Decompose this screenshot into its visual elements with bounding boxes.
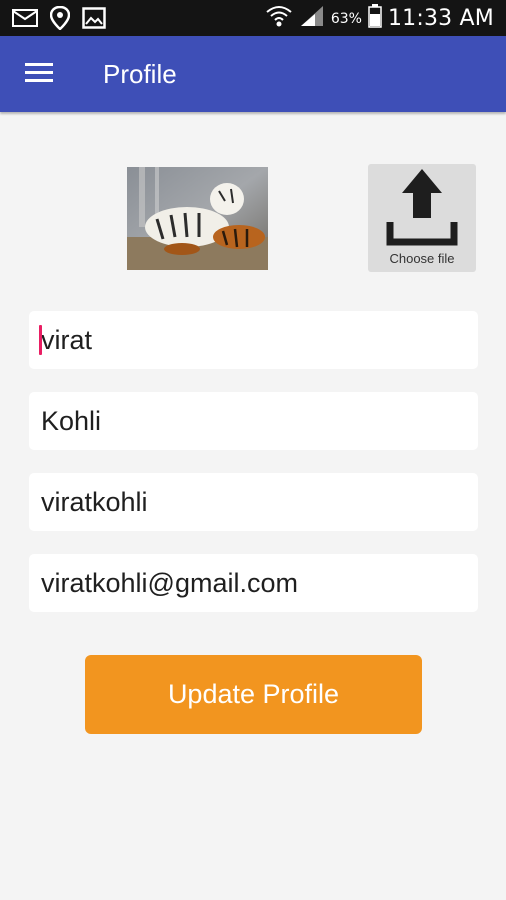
mail-icon [12,8,38,32]
username-field[interactable]: viratkohli [29,473,478,531]
status-time: 11:33 AM [387,6,494,31]
location-icon [49,5,71,34]
first-name-field[interactable]: virat [29,311,478,369]
hamburger-menu-icon [25,61,53,87]
page-title: Profile [103,59,177,89]
update-profile-button[interactable]: Update Profile [85,655,422,734]
choose-file-button[interactable]: Choose file [368,164,476,272]
signal-icon [299,4,325,33]
last-name-field[interactable]: Kohli [29,392,478,450]
status-right-group: 63% 11:33 AM [265,4,494,33]
battery-percent: 63% [330,10,362,27]
choose-file-label: Choose file [389,251,455,266]
status-left-icons [12,5,106,34]
menu-button[interactable] [22,58,56,90]
text-caret [39,325,42,355]
app-bar: Profile [0,36,506,112]
image-icon [82,7,106,33]
profile-photo [127,167,268,270]
email-field[interactable]: viratkohli@gmail.com [29,554,478,612]
wifi-icon [265,4,293,33]
status-bar: 63% 11:33 AM [0,0,506,36]
battery-icon [368,4,382,33]
